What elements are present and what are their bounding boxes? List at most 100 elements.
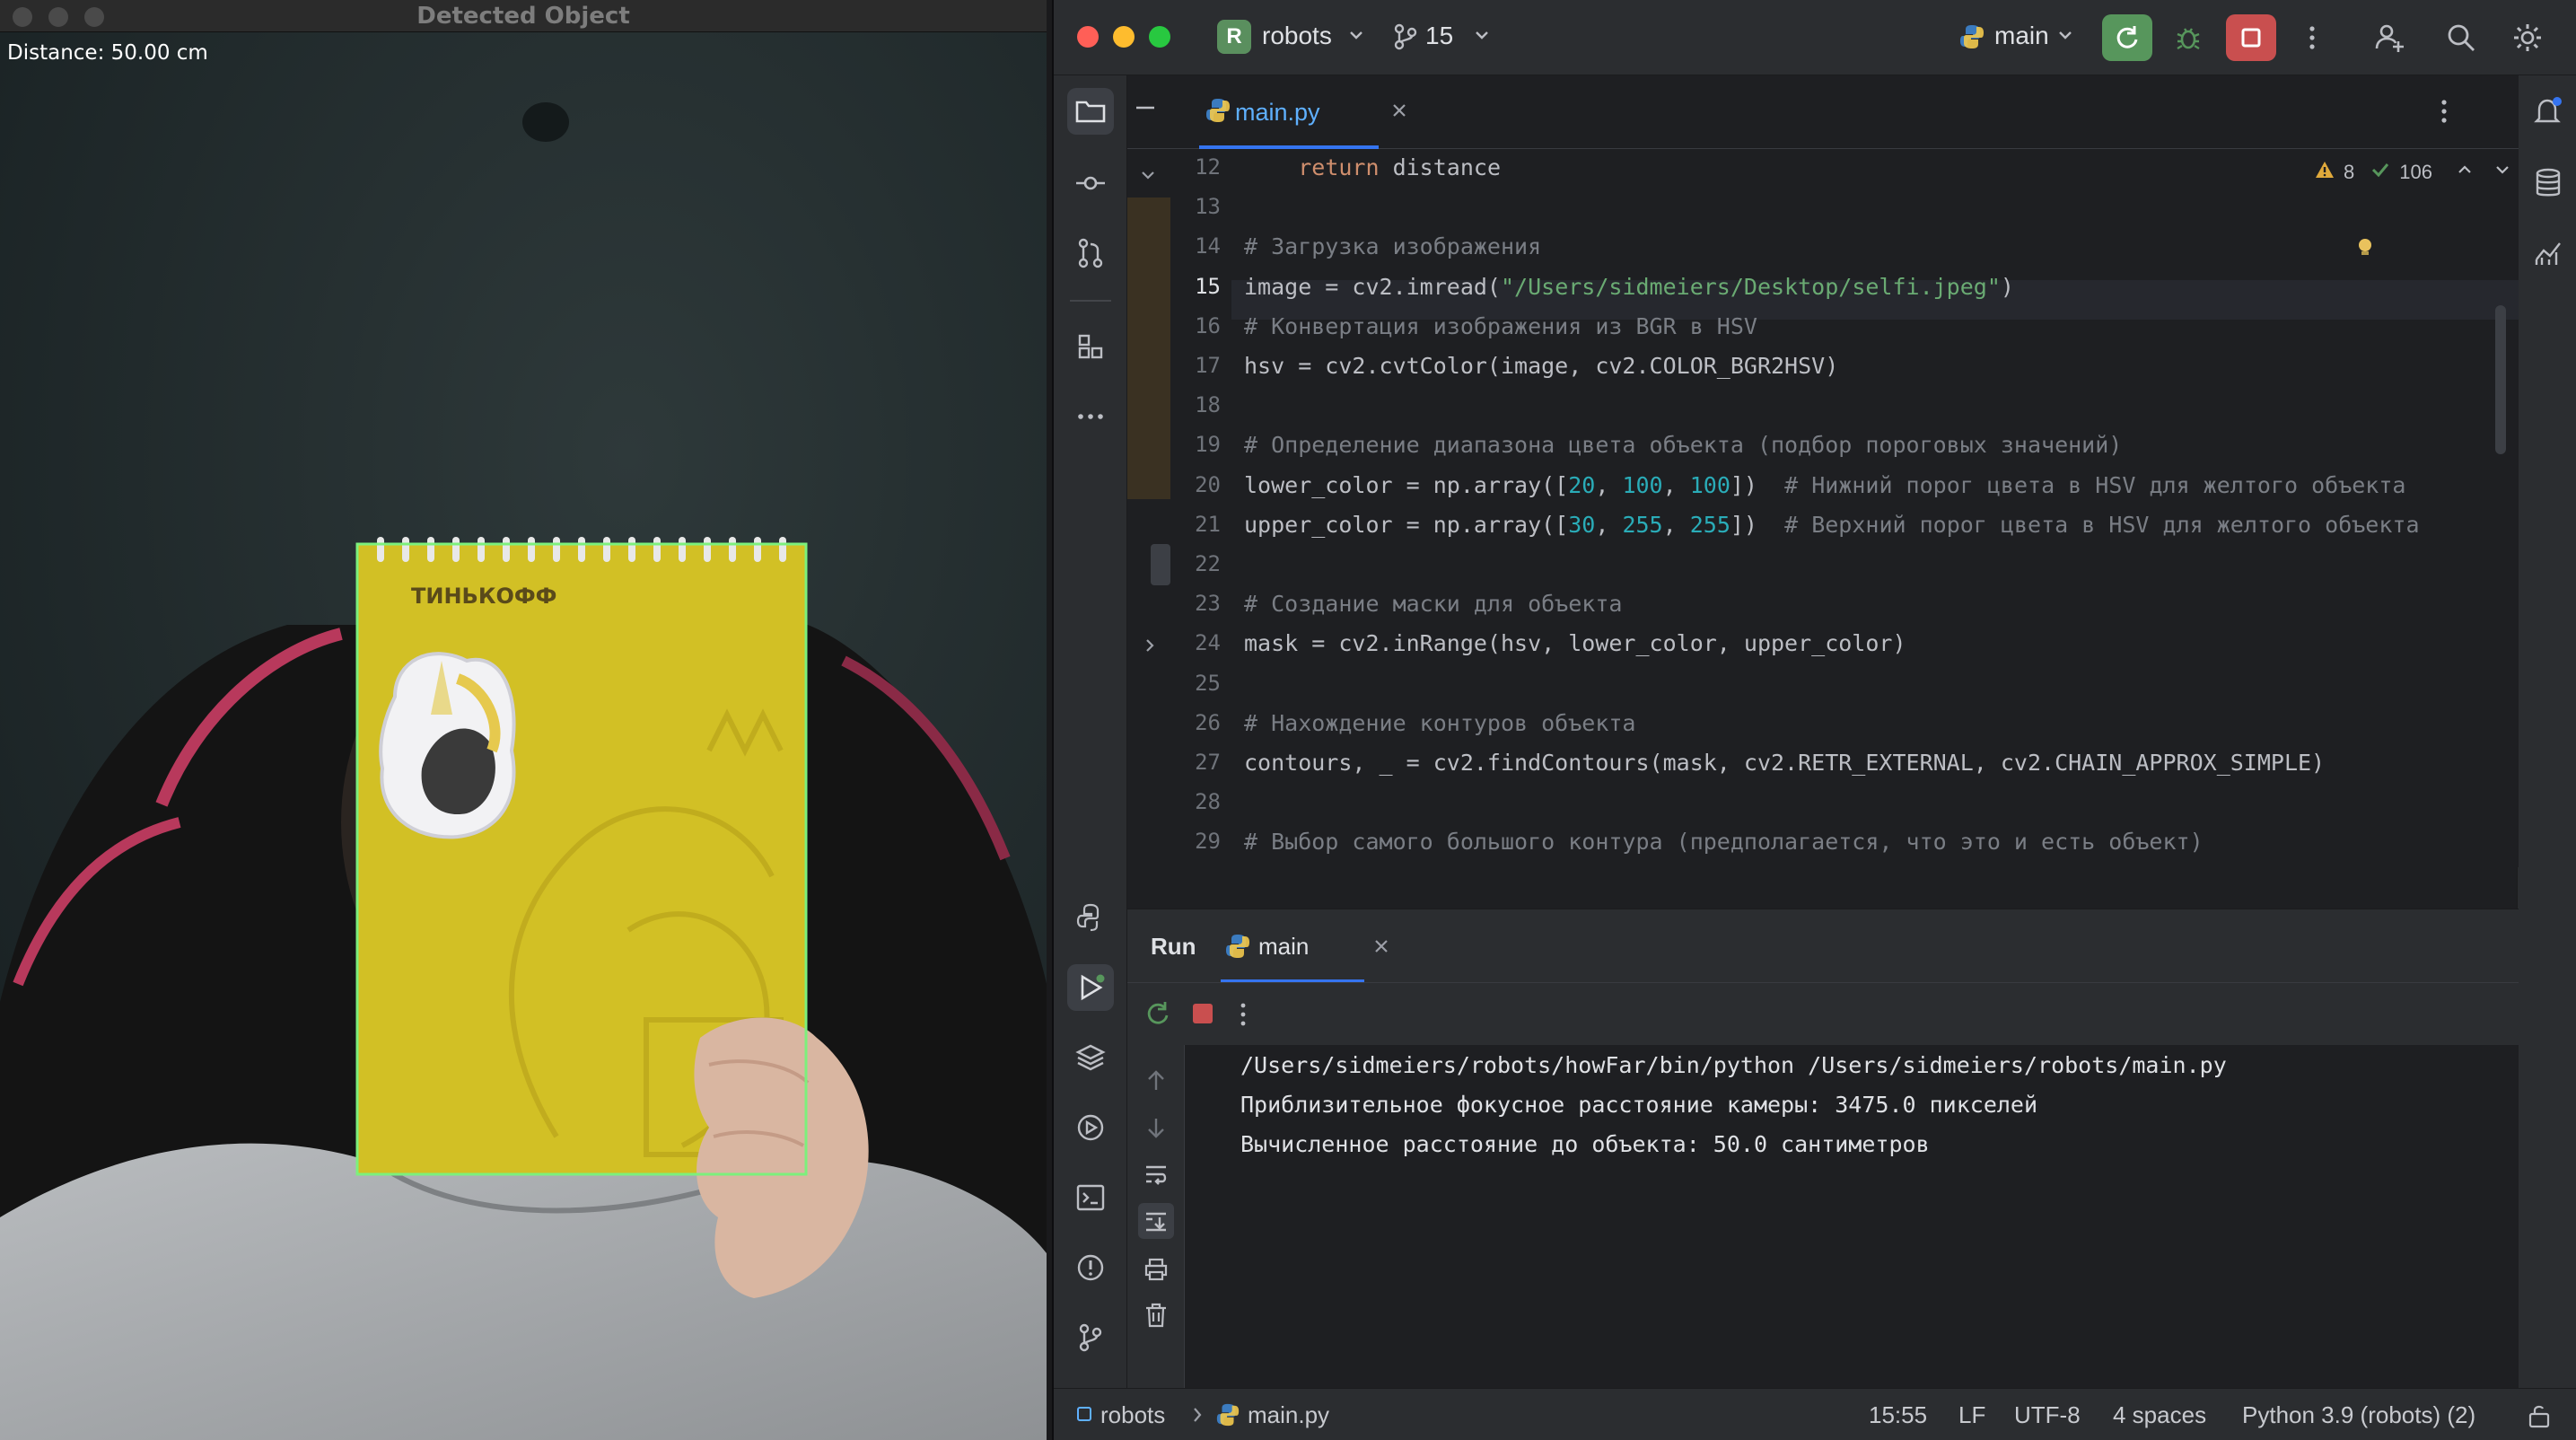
wall-spot	[522, 102, 569, 142]
chevron-down-icon[interactable]	[1472, 25, 1492, 48]
chevron-right-icon[interactable]	[1140, 636, 1160, 659]
print-icon[interactable]	[1143, 1257, 1169, 1286]
python-icon	[1224, 933, 1251, 963]
services-icon[interactable]	[1067, 1104, 1114, 1151]
code-token: ,	[1595, 511, 1623, 538]
sciview-icon[interactable]	[2525, 230, 2572, 277]
database-icon[interactable]	[2525, 160, 2572, 206]
project-badge[interactable]: R	[1217, 20, 1251, 54]
code-line: lower_color = np.array([20, 100, 100]) #…	[1244, 472, 2405, 498]
debug-icon[interactable]	[2169, 18, 2208, 57]
more-vertical-icon[interactable]	[2292, 18, 2332, 57]
run-console[interactable]: /Users/sidmeiers/robots/howFar/bin/pytho…	[1127, 1045, 2519, 1388]
close-tab-icon[interactable]	[1389, 101, 1409, 124]
code-line: return distance	[1244, 154, 1501, 180]
notebook-brand-text: ТИНЬКОФФ	[411, 584, 556, 609]
code-token: 100	[1689, 471, 1730, 498]
folder-icon[interactable]	[1067, 88, 1114, 135]
stop-icon[interactable]	[1190, 1001, 1215, 1030]
code-token: # Нахождение контуров объекта	[1244, 709, 1636, 736]
chevron-up-icon[interactable]	[2456, 161, 2474, 184]
ok-count: 106	[2399, 161, 2432, 183]
soft-wrap-icon[interactable]	[1143, 1162, 1169, 1190]
line-number: 18	[1195, 392, 1221, 418]
indent-setting[interactable]: 4 spaces	[2113, 1401, 2206, 1429]
code-token: ,	[1595, 471, 1623, 498]
git-icon[interactable]	[1067, 1314, 1114, 1361]
camera-titlebar: Detected Object	[0, 0, 1047, 32]
code-token: "/Users/sidmeiers/Desktop/selfi.jpeg"	[1500, 273, 2001, 300]
rerun-button[interactable]	[2102, 14, 2152, 61]
rerun-icon[interactable]	[1143, 999, 1172, 1032]
minimize-button[interactable]	[1113, 26, 1135, 48]
add-user-icon[interactable]	[2370, 18, 2409, 57]
layers-icon[interactable]	[1067, 1034, 1114, 1081]
code-token: # Конвертация изображения из BGR в HSV	[1244, 312, 1757, 339]
run-panel-header: Run main	[1127, 909, 2519, 983]
code-line: # Нахождение контуров объекта	[1244, 710, 1636, 736]
more-horizontal-icon[interactable]	[1067, 393, 1114, 440]
line-number: 25	[1195, 670, 1221, 696]
minimize-panel-icon[interactable]	[1133, 95, 1158, 124]
line-separator[interactable]: LF	[1958, 1401, 1985, 1429]
run-tab-main[interactable]: main	[1221, 909, 1364, 983]
search-icon[interactable]	[2441, 18, 2481, 57]
arrow-up-icon[interactable]	[1145, 1068, 1167, 1097]
code-line: hsv = cv2.cvtColor(image, cv2.COLOR_BGR2…	[1244, 353, 1838, 379]
editor-scrollbar[interactable]	[2495, 305, 2506, 454]
caret-position[interactable]: 15:55	[1869, 1401, 1927, 1429]
close-tab-icon[interactable]	[1371, 936, 1391, 960]
line-number: 16	[1195, 312, 1221, 338]
python-file-icon	[1205, 97, 1231, 127]
scroll-to-end-icon[interactable]	[1138, 1203, 1174, 1239]
notifications-icon[interactable]	[2525, 88, 2572, 135]
chevron-down-icon[interactable]	[1138, 165, 1158, 189]
python-interpreter[interactable]: Python 3.9 (robots) (2)	[2242, 1401, 2475, 1429]
python-console-icon[interactable]	[1067, 894, 1114, 941]
file-encoding[interactable]: UTF-8	[2014, 1401, 2081, 1429]
chevron-down-icon[interactable]	[2493, 161, 2511, 184]
left-tool-strip	[1054, 75, 1127, 1404]
more-vertical-icon[interactable]	[1239, 1001, 1248, 1032]
line-number: 23	[1195, 591, 1221, 617]
run-config-name[interactable]: main	[1994, 22, 2049, 50]
code-token: upper_color = np.array([	[1244, 511, 1569, 538]
code-line: # Загрузка изображения	[1244, 233, 1541, 259]
line-number: 17	[1195, 353, 1221, 378]
structure-icon[interactable]	[1067, 323, 1114, 370]
breadcrumb-project[interactable]: robots	[1100, 1401, 1165, 1429]
stop-button[interactable]	[2226, 14, 2276, 61]
pull-requests-icon[interactable]	[1067, 230, 1114, 277]
commit-icon[interactable]	[1067, 160, 1114, 206]
gear-icon[interactable]	[2508, 18, 2547, 57]
line-numbers: 12 13 14 15 16 17 18 19 20 21 22 23 24 25 26 27 28 29	[1170, 149, 1231, 867]
warning-count: 8	[2344, 161, 2355, 183]
lock-icon[interactable]	[2528, 1403, 2551, 1432]
branch-icon[interactable]	[1393, 23, 1418, 54]
vcs-count[interactable]: 15	[1425, 22, 1453, 50]
code-token: distance	[1379, 154, 1501, 180]
code-editor[interactable]: return distance # Загрузка изображения ima…	[1231, 149, 2519, 867]
chevron-down-icon[interactable]	[1346, 25, 1366, 48]
code-token: ,	[1662, 471, 1690, 498]
line-number: 26	[1195, 709, 1221, 735]
close-button[interactable]	[1077, 26, 1099, 48]
camera-window-title: Detected Object	[416, 3, 630, 30]
arrow-down-icon[interactable]	[1145, 1115, 1167, 1144]
problems-icon[interactable]	[1067, 1244, 1114, 1291]
run-tool-icon[interactable]	[1067, 964, 1114, 1011]
code-token: 100	[1622, 471, 1663, 498]
terminal-icon[interactable]	[1067, 1174, 1114, 1221]
breadcrumb-file[interactable]: main.py	[1248, 1401, 1329, 1429]
chevron-down-icon[interactable]	[2055, 25, 2075, 48]
tab-main-py[interactable]: main.py	[1199, 75, 1379, 149]
tab-options-icon[interactable]	[2440, 97, 2449, 129]
code-line: upper_color = np.array([30, 255, 255]) #…	[1244, 512, 2420, 538]
inspection-widget[interactable]: 8 106	[2315, 156, 2511, 189]
trash-icon[interactable]	[1143, 1302, 1169, 1332]
zoom-button[interactable]	[1149, 26, 1170, 48]
code-token: return	[1298, 154, 1380, 180]
code-token: ])	[1730, 471, 1785, 498]
lightbulb-icon[interactable]	[2355, 237, 2375, 262]
project-name[interactable]: robots	[1262, 22, 1332, 50]
